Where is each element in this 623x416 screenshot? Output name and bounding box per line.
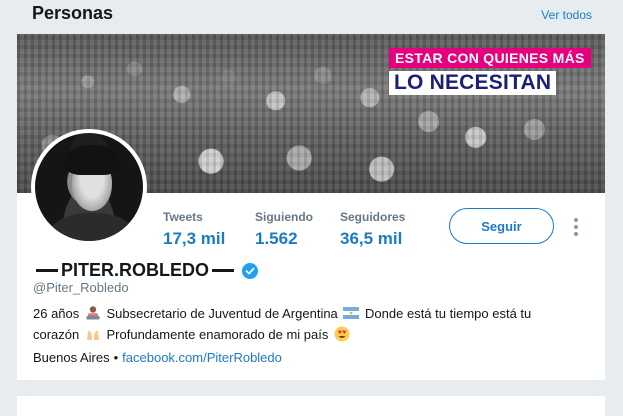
profile-location: Buenos Aires	[33, 350, 110, 365]
stat-tweets[interactable]: Tweets 17,3 mil	[163, 210, 239, 249]
bio-role: Subsecretario de Juventud de Argentina	[106, 306, 338, 321]
stat-tweets-value: 17,3 mil	[163, 229, 226, 248]
more-dot	[574, 218, 578, 222]
profile-website-link[interactable]: facebook.com/PiterRobledo	[122, 350, 282, 365]
see-all-link[interactable]: Ver todos	[541, 8, 592, 22]
stat-following-label: Siguiendo	[255, 210, 313, 224]
profile-card: ESTAR CON QUIENES MÁS LO NECESITAN Tweet…	[17, 34, 605, 380]
slogan-line-1: ESTAR CON QUIENES MÁS	[389, 48, 591, 68]
avatar-hair	[65, 145, 119, 175]
profile-meta: Buenos Aires • facebook.com/PiterRobledo	[33, 350, 282, 365]
name-decoration-left	[36, 269, 58, 272]
bio-age: 26 años	[33, 306, 80, 321]
section-title: Personas	[32, 3, 114, 23]
more-options-icon[interactable]	[570, 216, 582, 238]
person-at-computer-emoji-icon	[86, 306, 100, 320]
raised-hands-emoji-icon	[86, 330, 99, 340]
profile-name-row: PITER.ROBLEDO	[33, 260, 259, 281]
name-decoration-right	[212, 269, 235, 272]
argentina-flag-icon	[343, 307, 360, 319]
bio-love: Profundamente enamorado de mi país	[106, 327, 329, 342]
next-card	[17, 396, 605, 416]
avatar[interactable]	[31, 129, 147, 245]
banner-slogan: ESTAR CON QUIENES MÁS LO NECESITAN	[389, 48, 597, 95]
meta-separator: •	[113, 350, 119, 365]
section-header: Personas Ver todos	[0, 0, 623, 34]
stat-followers-value: 36,5 mil	[340, 229, 403, 248]
profile-name[interactable]: PITER.ROBLEDO	[61, 260, 209, 281]
more-dot	[574, 225, 578, 229]
slogan-line-2: LO NECESITAN	[389, 71, 557, 95]
more-dot	[574, 232, 578, 236]
profile-bio: 26 años Subsecretario de Juventud de Arg…	[33, 303, 593, 345]
profile-handle[interactable]: @Piter_Robledo	[33, 280, 129, 295]
stat-following-value: 1.562	[255, 229, 298, 248]
heart-eyes-emoji-icon	[334, 326, 350, 342]
stat-following[interactable]: Siguiendo 1.562	[255, 210, 324, 249]
bio-quote-start: Donde está tu tiempo está tu	[365, 306, 532, 321]
stat-followers-label: Seguidores	[340, 210, 406, 224]
bio-quote-end: corazón	[33, 327, 80, 342]
stat-tweets-label: Tweets	[163, 210, 203, 224]
profile-stats: Tweets 17,3 mil Siguiendo 1.562 Seguidor…	[163, 210, 446, 249]
stat-followers[interactable]: Seguidores 36,5 mil	[340, 210, 430, 249]
verified-badge-icon	[242, 262, 259, 279]
avatar-body	[49, 213, 135, 241]
follow-button[interactable]: Seguir	[449, 208, 554, 244]
